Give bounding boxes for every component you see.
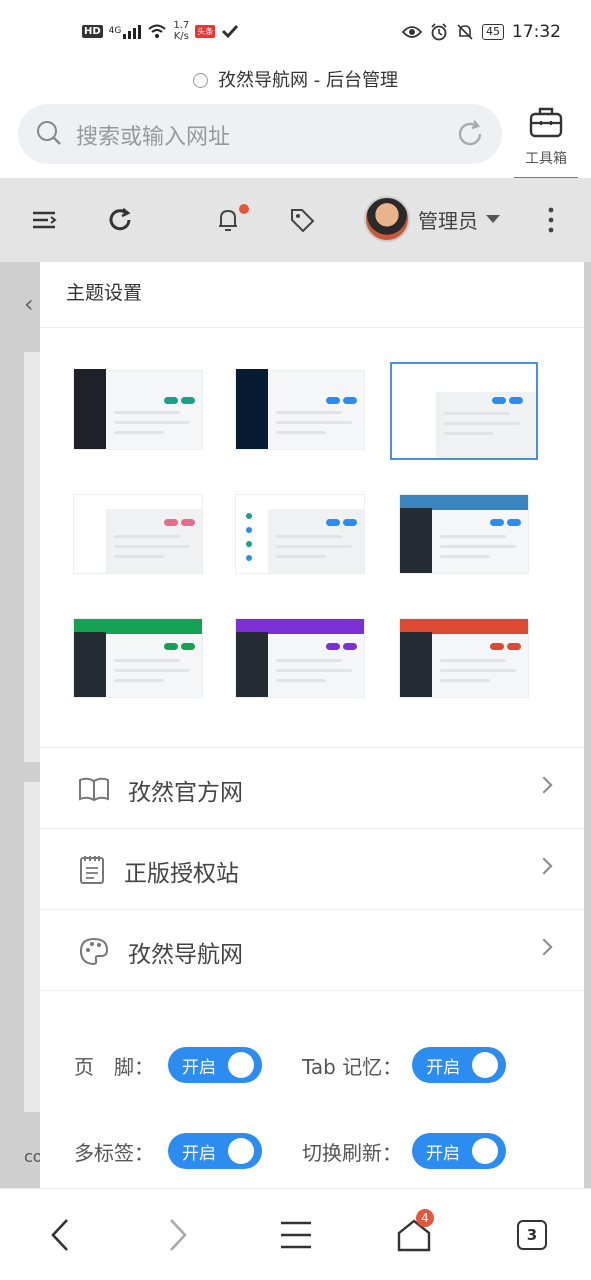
tag-icon[interactable]: [288, 206, 316, 234]
toolbox-button[interactable]: 工具箱: [514, 104, 578, 180]
link-official-site[interactable]: 孜然官方网: [40, 748, 584, 829]
chevron-right-icon: [535, 938, 553, 956]
switch-refresh-toggle[interactable]: 开启: [412, 1133, 506, 1169]
setting-tab-memory: Tab 记忆： 开启: [302, 1047, 507, 1083]
chevron-right-icon: [535, 776, 553, 794]
refresh-icon[interactable]: [106, 206, 134, 234]
tabs-button[interactable]: 3: [510, 1213, 554, 1257]
status-time: 17:32: [512, 22, 561, 42]
eye-icon: [402, 26, 422, 38]
avatar: [364, 196, 410, 242]
menu-icon: [281, 1221, 311, 1249]
news-app-icon: 头条: [195, 24, 216, 38]
page-title-text: 孜然导航网 - 后台管理: [218, 70, 398, 91]
address-placeholder: 搜索或输入网址: [76, 125, 231, 150]
toggle-text: 开启: [182, 1058, 216, 1078]
back-button[interactable]: [38, 1213, 82, 1257]
setting-label: 页 脚：: [74, 1054, 154, 1079]
signal-icon: [123, 23, 142, 39]
chevron-right-icon: [170, 1219, 187, 1251]
home-badge: 4: [416, 1209, 434, 1227]
toggle-text: 开启: [426, 1144, 460, 1164]
toggle-text: 开启: [426, 1058, 461, 1078]
theme-option-dark-sidebar[interactable]: [73, 369, 203, 450]
speed-unit: K/s: [173, 31, 189, 42]
multi-tab-toggle[interactable]: 开启: [168, 1133, 262, 1169]
mute-bell-icon: [457, 24, 473, 40]
check-icon: [222, 24, 239, 39]
more-vertical-icon[interactable]: [546, 206, 556, 234]
theme-option-light-pink[interactable]: [73, 494, 203, 574]
chevron-down-icon: [486, 215, 500, 223]
network-label: 4G: [108, 26, 122, 36]
footer-toggle[interactable]: 开启: [168, 1047, 262, 1083]
browser-bottom-nav: 4 3: [0, 1188, 591, 1280]
status-left: HD 4G 1.7 K/s 头条: [82, 20, 239, 42]
toggle-knob: [472, 1138, 498, 1164]
link-label: 正版授权站: [124, 861, 239, 887]
chevron-left-icon: [51, 1219, 68, 1251]
hd-badge: HD: [82, 24, 103, 38]
alarm-icon: [431, 23, 447, 41]
search-icon: [37, 121, 61, 145]
status-bar: HD 4G 1.7 K/s 头条 45 17:32: [0, 0, 591, 60]
theme-option-light-selected[interactable]: [390, 362, 538, 460]
battery-indicator: 45: [482, 24, 504, 40]
toolbox-label: 工具箱: [525, 151, 567, 167]
theme-grid: [40, 328, 584, 748]
setting-switch-refresh: 切换刷新： 开启: [302, 1133, 506, 1169]
link-license-site[interactable]: 正版授权站: [40, 829, 584, 910]
speed-value: 1.7: [173, 20, 190, 31]
setting-label: Tab 记忆：: [302, 1054, 403, 1079]
toggle-knob: [228, 1138, 254, 1164]
user-name: 管理员: [418, 208, 478, 233]
page-title: 孜然导航网 - 后台管理: [0, 66, 591, 92]
layout-settings: 页 脚： 开启 Tab 记忆： 开启 多标签： 开启 切换刷新： 开启: [40, 991, 584, 1187]
book-icon: [79, 777, 109, 802]
toolbox-icon: [529, 107, 563, 138]
menu-collapse-icon[interactable]: [30, 206, 58, 234]
chevron-left-icon: ‹: [24, 290, 34, 318]
globe-icon: [193, 73, 209, 88]
link-label: 孜然官方网: [128, 780, 243, 806]
drawer-title: 主题设置: [40, 262, 584, 328]
menu-button[interactable]: [274, 1213, 318, 1257]
theme-settings-drawer: 主题设置 孜然官方网 正版授权站 孜然导航网 页 脚： 开启 Tab 记忆： 开…: [40, 262, 584, 1188]
theme-option-navy-sidebar[interactable]: [235, 369, 365, 450]
setting-multi-tab: 多标签： 开启: [74, 1133, 262, 1169]
toggle-knob: [472, 1052, 499, 1078]
reload-icon[interactable]: [454, 118, 486, 150]
tab-memory-toggle[interactable]: 开启: [412, 1047, 507, 1083]
home-button[interactable]: 4: [392, 1209, 436, 1257]
theme-option-purple-top[interactable]: [235, 618, 365, 698]
wifi-icon: [148, 24, 167, 38]
notification-dot: [239, 204, 249, 214]
tabs-count: 3: [517, 1220, 547, 1250]
theme-option-blue-top[interactable]: [399, 494, 529, 574]
theme-option-green-top[interactable]: [73, 618, 203, 698]
toggle-knob: [228, 1052, 254, 1078]
setting-footer: 页 脚： 开启: [74, 1047, 262, 1083]
address-bar[interactable]: 搜索或输入网址: [18, 104, 502, 164]
calendar-icon: [80, 856, 104, 884]
forward-button[interactable]: [156, 1213, 200, 1257]
admin-header: 管理员: [0, 178, 591, 262]
link-label: 孜然导航网: [128, 942, 243, 968]
theme-option-red-top[interactable]: [399, 618, 529, 698]
network-speed: 1.7 K/s: [173, 20, 189, 42]
setting-label: 切换刷新：: [302, 1140, 402, 1165]
link-nav-site[interactable]: 孜然导航网: [40, 910, 584, 991]
status-right: 45 17:32: [402, 22, 561, 42]
setting-label: 多标签：: [74, 1140, 154, 1165]
theme-option-light-dots[interactable]: [235, 494, 365, 574]
palette-icon: [79, 937, 109, 966]
browser-bar: 孜然导航网 - 后台管理 搜索或输入网址 工具箱: [0, 60, 591, 180]
chevron-right-icon: [535, 857, 553, 875]
bell-icon[interactable]: [214, 206, 242, 234]
toggle-text: 开启: [182, 1144, 216, 1164]
user-menu[interactable]: 管理员: [364, 196, 500, 242]
